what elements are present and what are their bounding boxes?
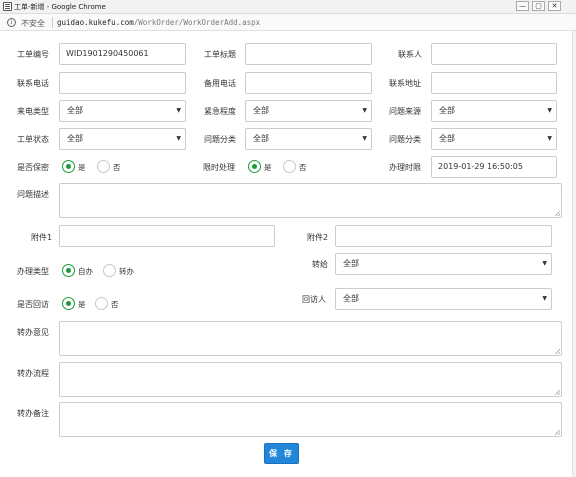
confidential-label: 是否保密	[17, 163, 49, 172]
status-value: 全部	[67, 134, 83, 143]
page-scroll-edge	[572, 31, 576, 477]
work-order-title-field[interactable]	[245, 43, 372, 65]
attachment2-field[interactable]	[335, 225, 552, 247]
revisitor-value: 全部	[343, 294, 359, 303]
phone-field[interactable]	[59, 72, 186, 94]
window-title: 工单-新增 - Google Chrome	[14, 3, 106, 11]
address-field[interactable]	[431, 72, 557, 94]
attachment1-label: 附件1	[31, 233, 53, 242]
address-bar: i 不安全 guidao.kukefu.com/WorkOrder/WorkOr…	[0, 14, 576, 31]
handle-transfer-radio[interactable]	[103, 264, 116, 277]
deadline-label: 办理时限	[389, 163, 421, 172]
call-type-label: 来电类型	[17, 107, 49, 116]
issue-category-label: 问题分类	[204, 135, 236, 144]
transfer-opinion-value	[60, 322, 561, 330]
issue-category-2-select[interactable]: 全部 ▼	[431, 128, 557, 150]
work-order-title-label: 工单标题	[204, 50, 236, 59]
transfer-note-value	[60, 403, 561, 411]
revisit-yes-radio[interactable]	[62, 297, 75, 310]
address-separator	[52, 17, 53, 28]
issue-source-select[interactable]: 全部 ▼	[431, 100, 557, 122]
urgency-value: 全部	[253, 106, 269, 115]
transfer-to-select[interactable]: 全部 ▼	[335, 253, 552, 275]
status-select[interactable]: 全部 ▼	[59, 128, 186, 150]
transfer-note-label: 转办备注	[17, 409, 49, 418]
contact-field[interactable]	[431, 43, 557, 65]
transfer-to-value: 全部	[343, 259, 359, 268]
transfer-flow-value	[60, 363, 561, 371]
transfer-flow-label: 转办流程	[17, 369, 49, 378]
attachment1-field[interactable]	[59, 225, 275, 247]
description-value	[60, 184, 561, 192]
revisitor-label: 回访人	[302, 295, 326, 304]
confidential-no-label: 否	[113, 163, 121, 172]
info-icon[interactable]: i	[7, 18, 16, 27]
confidential-yes-label: 是	[78, 163, 86, 172]
time-limited-no-radio[interactable]	[283, 160, 296, 173]
deadline-field[interactable]: 2019-01-29 16:50:05	[431, 156, 557, 178]
issue-category-select[interactable]: 全部 ▼	[245, 128, 372, 150]
caret-down-icon: ▼	[362, 135, 367, 142]
revisit-no-radio[interactable]	[95, 297, 108, 310]
confidential-yes-radio[interactable]	[62, 160, 75, 173]
transfer-opinion-label: 转办意见	[17, 328, 49, 337]
work-order-no-label: 工单编号	[17, 50, 49, 59]
maximize-button[interactable]: ▢	[532, 1, 545, 11]
transfer-note-textarea[interactable]	[59, 402, 562, 437]
confidential-no-radio[interactable]	[97, 160, 110, 173]
description-label: 问题描述	[17, 190, 49, 199]
phone-label: 联系电话	[17, 79, 49, 88]
time-limited-no-label: 否	[299, 163, 307, 172]
time-limited-label: 限时处理	[203, 163, 235, 172]
attachment2-label: 附件2	[307, 233, 329, 242]
call-type-select[interactable]: 全部 ▼	[59, 100, 186, 122]
backup-phone-field[interactable]	[245, 72, 372, 94]
caret-down-icon: ▼	[547, 107, 552, 114]
call-type-value: 全部	[67, 106, 83, 115]
window-titlebar: 工单-新增 - Google Chrome — ▢ ✕	[0, 0, 576, 14]
handle-self-label: 自办	[78, 267, 93, 276]
url-path: /WorkOrder/WorkOrderAdd.aspx	[133, 18, 261, 27]
security-status[interactable]: 不安全	[21, 18, 45, 29]
revisit-label: 是否回访	[17, 300, 49, 309]
revisit-yes-label: 是	[78, 300, 86, 309]
contact-label: 联系人	[398, 50, 422, 59]
urgency-label: 紧急程度	[204, 107, 236, 116]
caret-down-icon: ▼	[176, 135, 181, 142]
close-button[interactable]: ✕	[548, 1, 561, 11]
urgency-select[interactable]: 全部 ▼	[245, 100, 372, 122]
revisit-no-label: 否	[111, 300, 119, 309]
caret-down-icon: ▼	[547, 135, 552, 142]
time-limited-yes-label: 是	[264, 163, 272, 172]
minimize-button[interactable]: —	[516, 1, 529, 11]
issue-source-value: 全部	[439, 106, 455, 115]
address-label: 联系地址	[389, 79, 421, 88]
work-order-no-field[interactable]: WID1901290450061	[59, 43, 186, 65]
transfer-to-label: 转给	[312, 260, 328, 269]
issue-category-value: 全部	[253, 134, 269, 143]
save-button[interactable]: 保 存	[264, 443, 299, 464]
handle-type-label: 办理类型	[17, 267, 49, 276]
transfer-opinion-textarea[interactable]	[59, 321, 562, 356]
backup-phone-label: 备用电话	[204, 79, 236, 88]
issue-category-2-label: 问题分类	[389, 135, 421, 144]
app-icon	[3, 2, 12, 11]
revisitor-select[interactable]: 全部 ▼	[335, 288, 552, 310]
issue-source-label: 问题来源	[389, 107, 421, 116]
transfer-flow-textarea[interactable]	[59, 362, 562, 397]
handle-transfer-label: 转办	[119, 267, 134, 276]
status-label: 工单状态	[17, 135, 49, 144]
time-limited-yes-radio[interactable]	[248, 160, 261, 173]
caret-down-icon: ▼	[176, 107, 181, 114]
handle-self-radio[interactable]	[62, 264, 75, 277]
caret-down-icon: ▼	[362, 107, 367, 114]
url-text[interactable]: guidao.kukefu.com/WorkOrder/WorkOrderAdd…	[57, 18, 260, 27]
caret-down-icon: ▼	[542, 295, 547, 302]
issue-category-2-value: 全部	[439, 134, 455, 143]
caret-down-icon: ▼	[542, 260, 547, 267]
url-host: guidao.kukefu.com	[57, 18, 134, 27]
description-textarea[interactable]	[59, 183, 562, 218]
